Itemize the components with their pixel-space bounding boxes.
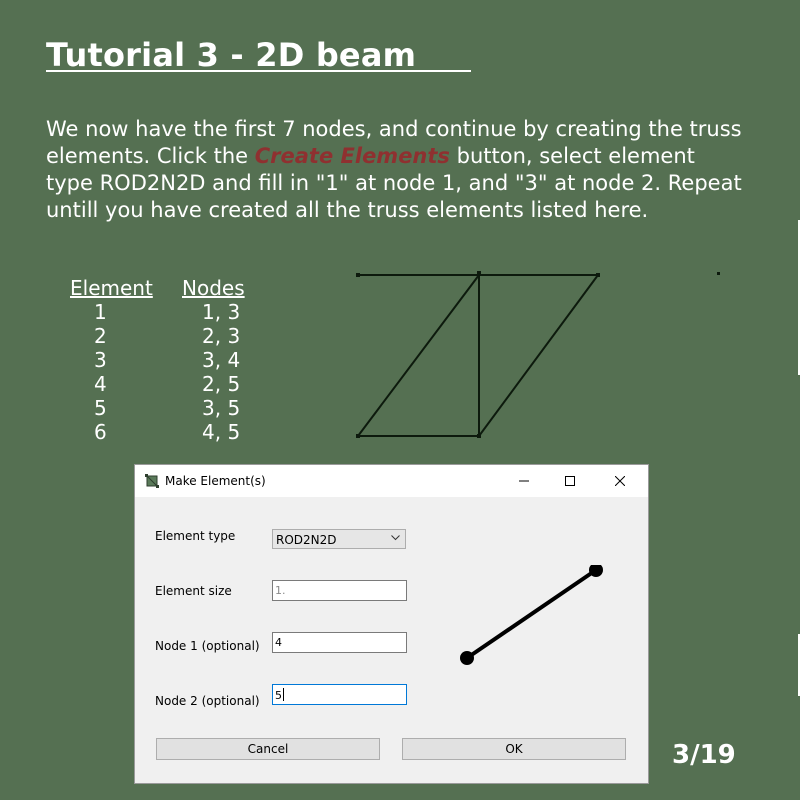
dialog-titlebar[interactable]: Make Element(s) [135, 465, 648, 497]
rod-element-icon [465, 568, 598, 660]
node2-input[interactable]: 5 [272, 684, 407, 705]
truss-node [477, 434, 481, 438]
row-element: 5 [94, 396, 107, 420]
ok-button[interactable]: OK [402, 738, 626, 760]
node2-value: 5 [275, 689, 282, 702]
row-nodes: 2, 5 [202, 372, 241, 396]
stray-node-marker [717, 272, 720, 275]
slide-title: Tutorial 3 - 2D beam [46, 36, 451, 74]
text-caret [283, 688, 284, 701]
row-element: 3 [94, 348, 107, 372]
table-row: 4 2, 5 [70, 372, 270, 396]
table-row: 3 3, 4 [70, 348, 270, 372]
dialog-title: Make Element(s) [165, 474, 266, 488]
close-button[interactable] [597, 465, 643, 497]
row-element: 6 [94, 420, 107, 444]
row-element: 1 [94, 300, 107, 324]
node1-label: Node 1 (optional) [155, 639, 260, 653]
row-element: 2 [94, 324, 107, 348]
row-nodes: 3, 5 [202, 396, 241, 420]
truss-node [356, 434, 360, 438]
truss-member [478, 274, 599, 437]
row-nodes: 4, 5 [202, 420, 241, 444]
element-preview [460, 565, 603, 665]
element-column-header: Element [70, 276, 153, 300]
rod-node-icon [460, 651, 474, 665]
table-row: 5 3, 5 [70, 396, 270, 420]
truss-diagram [356, 271, 600, 438]
row-nodes: 2, 3 [202, 324, 241, 348]
truss-node [596, 273, 600, 277]
element-type-select[interactable]: ROD2N2D [272, 529, 406, 549]
row-element: 4 [94, 372, 107, 396]
node1-input[interactable]: 4 [272, 632, 407, 653]
table-row: 6 4, 5 [70, 420, 270, 444]
create-elements-highlight: Create Elements [254, 144, 450, 168]
element-type-label: Element type [155, 529, 236, 543]
table-row: 2 2, 3 [70, 324, 270, 348]
page-number: 3/19 [672, 740, 736, 770]
maximize-icon [565, 476, 575, 486]
element-type-value: ROD2N2D [276, 533, 337, 547]
minimize-button[interactable] [501, 465, 547, 497]
table-row: 1 1, 3 [70, 300, 270, 324]
minimize-icon [519, 480, 529, 482]
app-icon [145, 474, 159, 488]
truss-node [477, 271, 481, 275]
close-icon [615, 476, 625, 486]
intro-text: We now have the first 7 nodes, and conti… [46, 116, 746, 224]
maximize-button[interactable] [547, 465, 593, 497]
title-underline [46, 70, 471, 72]
chevron-down-icon [391, 535, 400, 541]
cancel-button[interactable]: Cancel [156, 738, 380, 760]
row-nodes: 3, 4 [202, 348, 241, 372]
element-size-input[interactable]: 1. [272, 580, 407, 601]
element-size-label: Element size [155, 584, 232, 598]
truss-member [357, 274, 480, 437]
row-nodes: 1, 3 [202, 300, 241, 324]
truss-node [356, 273, 360, 277]
node2-label: Node 2 (optional) [155, 694, 260, 708]
make-elements-dialog: Make Element(s) Element type ROD2N2D Ele… [134, 464, 649, 784]
nodes-column-header: Nodes [182, 276, 245, 300]
